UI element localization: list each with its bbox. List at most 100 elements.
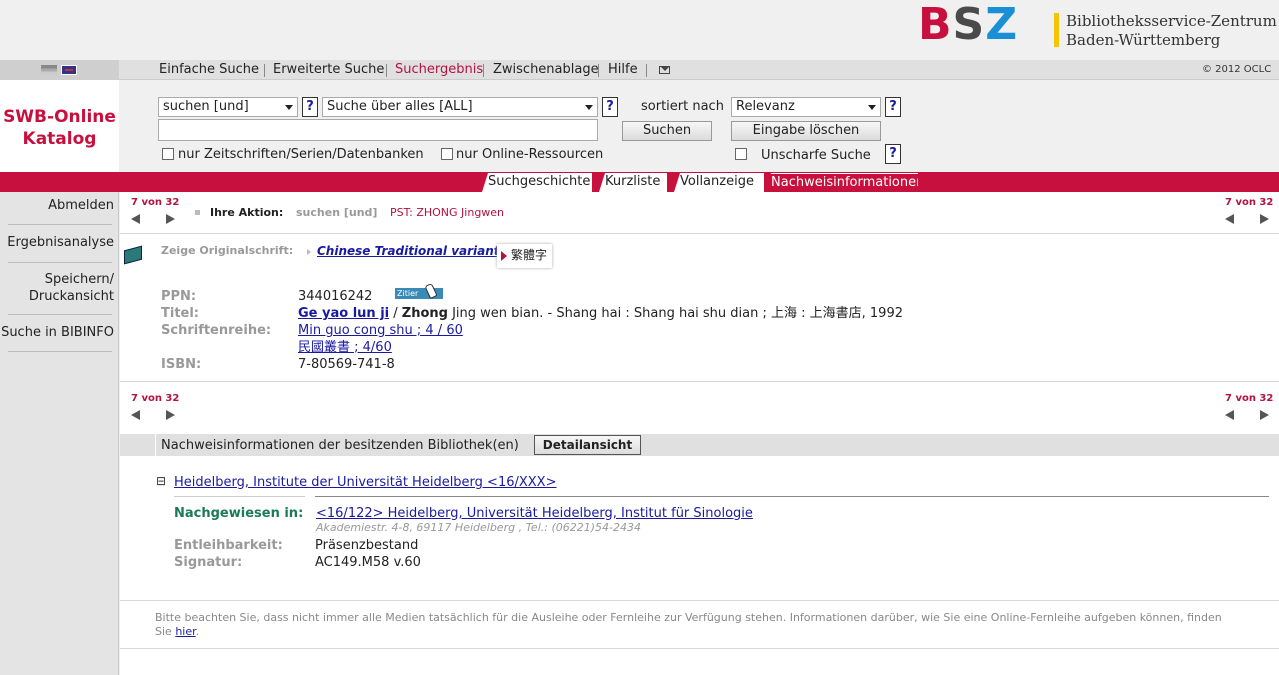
nav-suchergebnis[interactable]: Suchergebnis [395, 62, 483, 78]
title-rest: Jing wen bian. - Shang hai : Shang hai s… [447, 306, 903, 321]
sidebar-item-abmelden[interactable]: Abmelden [48, 197, 114, 214]
tab-nachweisinformationen[interactable]: Nachweisinformationen [765, 173, 918, 192]
divider [120, 233, 1279, 234]
prev-arrow-icon[interactable] [131, 410, 140, 420]
prev-arrow-icon[interactable] [131, 214, 140, 224]
nav-separator [264, 64, 265, 77]
next-arrow-icon[interactable] [1260, 214, 1269, 224]
nav-hilfe[interactable]: Hilfe [608, 62, 638, 78]
org-name-line1: Bibliotheksservice-Zentrum [1066, 12, 1277, 30]
series-link-2[interactable]: 民國叢書 ; 4/60 [298, 339, 392, 356]
action-label: Ihre Aktion: [210, 206, 284, 219]
footer-note-text: Bitte beachten Sie, dass nicht immer all… [155, 611, 1222, 624]
help-fuzzy-button[interactable]: ? [885, 144, 901, 164]
journals-only-label: nur Zeitschriften/Serien/Datenbanken [178, 147, 424, 162]
ppn-label: PPN: [161, 289, 197, 304]
search-mode-value: suchen [und] [163, 99, 249, 114]
sidebar-item-ergebnisanalyse[interactable]: Ergebnisanalyse [7, 234, 114, 251]
title-link[interactable]: Ge yao lun ji [298, 306, 389, 321]
library-link[interactable]: Heidelberg, Institute der Universität He… [174, 475, 556, 490]
fuzzy-search-checkbox[interactable] [735, 148, 747, 160]
sidebar-separator [8, 262, 112, 263]
sidebar-separator [8, 224, 112, 225]
bullet-icon [195, 210, 200, 215]
sidebar-item-speichern[interactable]: Speichern/ [45, 271, 114, 288]
chevron-down-icon [585, 105, 593, 110]
nav-zwischenablage[interactable]: Zwischenablage [493, 62, 599, 78]
search-mode-select[interactable]: suchen [und] [158, 97, 298, 117]
nav-separator [598, 64, 599, 77]
copyright: © 2012 OCLC [1202, 64, 1272, 75]
nav-erweiterte-suche[interactable]: Erweiterte Suche [273, 62, 384, 78]
online-only-label: nur Online-Ressourcen [456, 147, 604, 162]
pager-count-bottom-left: 7 von 32 [131, 393, 180, 404]
divider [155, 434, 156, 456]
chevron-down-icon [868, 105, 876, 110]
search-field-select[interactable]: Suche über alles [ALL] [322, 97, 598, 117]
series-link-1[interactable]: Min guo cong shu ; 4 / 60 [298, 322, 463, 339]
sort-select[interactable]: Relevanz [731, 97, 881, 117]
help-mode-button[interactable]: ? [302, 97, 318, 117]
catalog-title-line1: SWB-Online [3, 107, 116, 127]
action-mode: suchen [und] [296, 206, 378, 219]
german-flag-icon[interactable] [41, 65, 57, 75]
left-sidebar [0, 192, 119, 675]
help-field-button[interactable]: ? [602, 97, 618, 117]
footer-note-sie: Sie [155, 625, 172, 638]
sidebar-item-druckansicht[interactable]: Druckansicht [29, 288, 114, 305]
fuzzy-search-label: Unscharfe Suche [761, 148, 871, 163]
chevron-down-icon [285, 105, 293, 110]
org-name: Bibliotheksservice-Zentrum Baden-Württem… [1066, 12, 1277, 50]
footer-here-link[interactable]: hier [175, 625, 195, 638]
catalog-title[interactable]: SWB-Online Katalog [0, 106, 119, 150]
series-label: Schriftenreihe: [161, 323, 272, 338]
cite-label: Zitier [397, 289, 419, 298]
tab-kurzliste[interactable]: Kurzliste [599, 173, 667, 192]
sort-value: Relevanz [736, 99, 795, 114]
prev-arrow-icon[interactable] [1225, 214, 1234, 224]
divider [120, 600, 1279, 601]
next-arrow-icon[interactable] [166, 214, 175, 224]
nachgewiesen-label: Nachgewiesen in: [174, 506, 304, 521]
tab-suchgeschichte[interactable]: Suchgeschichte [482, 173, 592, 192]
entleih-value: Präsenzbestand [315, 538, 419, 553]
tab-vollanzeige[interactable]: Vollanzeige [674, 173, 764, 192]
bsz-logo[interactable]: BSZ [918, 3, 1038, 47]
catalog-title-line2: Katalog [22, 129, 97, 149]
footer-note: Bitte beachten Sie, dass nicht immer all… [155, 611, 1270, 639]
help-sort-button[interactable]: ? [885, 97, 901, 117]
action-query: PST: ZHONG Jingwen [390, 206, 505, 219]
pager-count-top-right: 7 von 32 [1225, 197, 1274, 208]
holdings-title: Nachweisinformationen der besitzenden Bi… [161, 438, 519, 453]
pager-count-bottom-right: 7 von 32 [1225, 393, 1274, 404]
nav-separator [646, 64, 647, 77]
orig-script-text: 繁體字 [511, 248, 548, 262]
next-arrow-icon[interactable] [1260, 410, 1269, 420]
online-only-checkbox[interactable] [441, 148, 453, 160]
logo-accent-bar [1054, 13, 1059, 47]
pager-count-top-left: 7 von 32 [131, 197, 180, 208]
search-button[interactable]: Suchen [622, 121, 712, 141]
org-name-line2: Baden-Württemberg [1066, 31, 1221, 49]
signatur-label: Signatur: [174, 555, 243, 570]
sidebar-item-bibinfo[interactable]: Suche in BIBINFO [1, 324, 114, 341]
collapse-toggle-icon[interactable]: ⊟ [156, 474, 166, 488]
clear-input-button[interactable]: Eingabe löschen [731, 121, 881, 141]
orig-script-link[interactable]: Chinese Traditional variant [317, 244, 500, 258]
detail-view-button[interactable]: Detailansicht [534, 435, 641, 455]
prev-arrow-icon[interactable] [1225, 410, 1234, 420]
signatur-value: AC149.M58 v.60 [315, 555, 421, 570]
nav-einfache-suche[interactable]: Einfache Suche [159, 62, 259, 78]
small-arrow-icon [307, 249, 311, 255]
title-line: Ge yao lun ji / Zhong Jing wen bian. - S… [298, 305, 903, 322]
next-arrow-icon[interactable] [166, 410, 175, 420]
nav-separator [483, 64, 484, 77]
mail-icon[interactable] [659, 66, 670, 74]
sidebar-separator [8, 351, 112, 352]
footer-note-end: . [195, 625, 200, 638]
search-input[interactable] [158, 119, 598, 141]
nachgewiesen-link[interactable]: <16/122> Heidelberg, Universität Heidelb… [316, 506, 753, 521]
uk-flag-icon[interactable] [61, 65, 77, 75]
journals-only-checkbox[interactable] [162, 148, 174, 160]
isbn-value: 7-80569-741-8 [298, 357, 395, 372]
